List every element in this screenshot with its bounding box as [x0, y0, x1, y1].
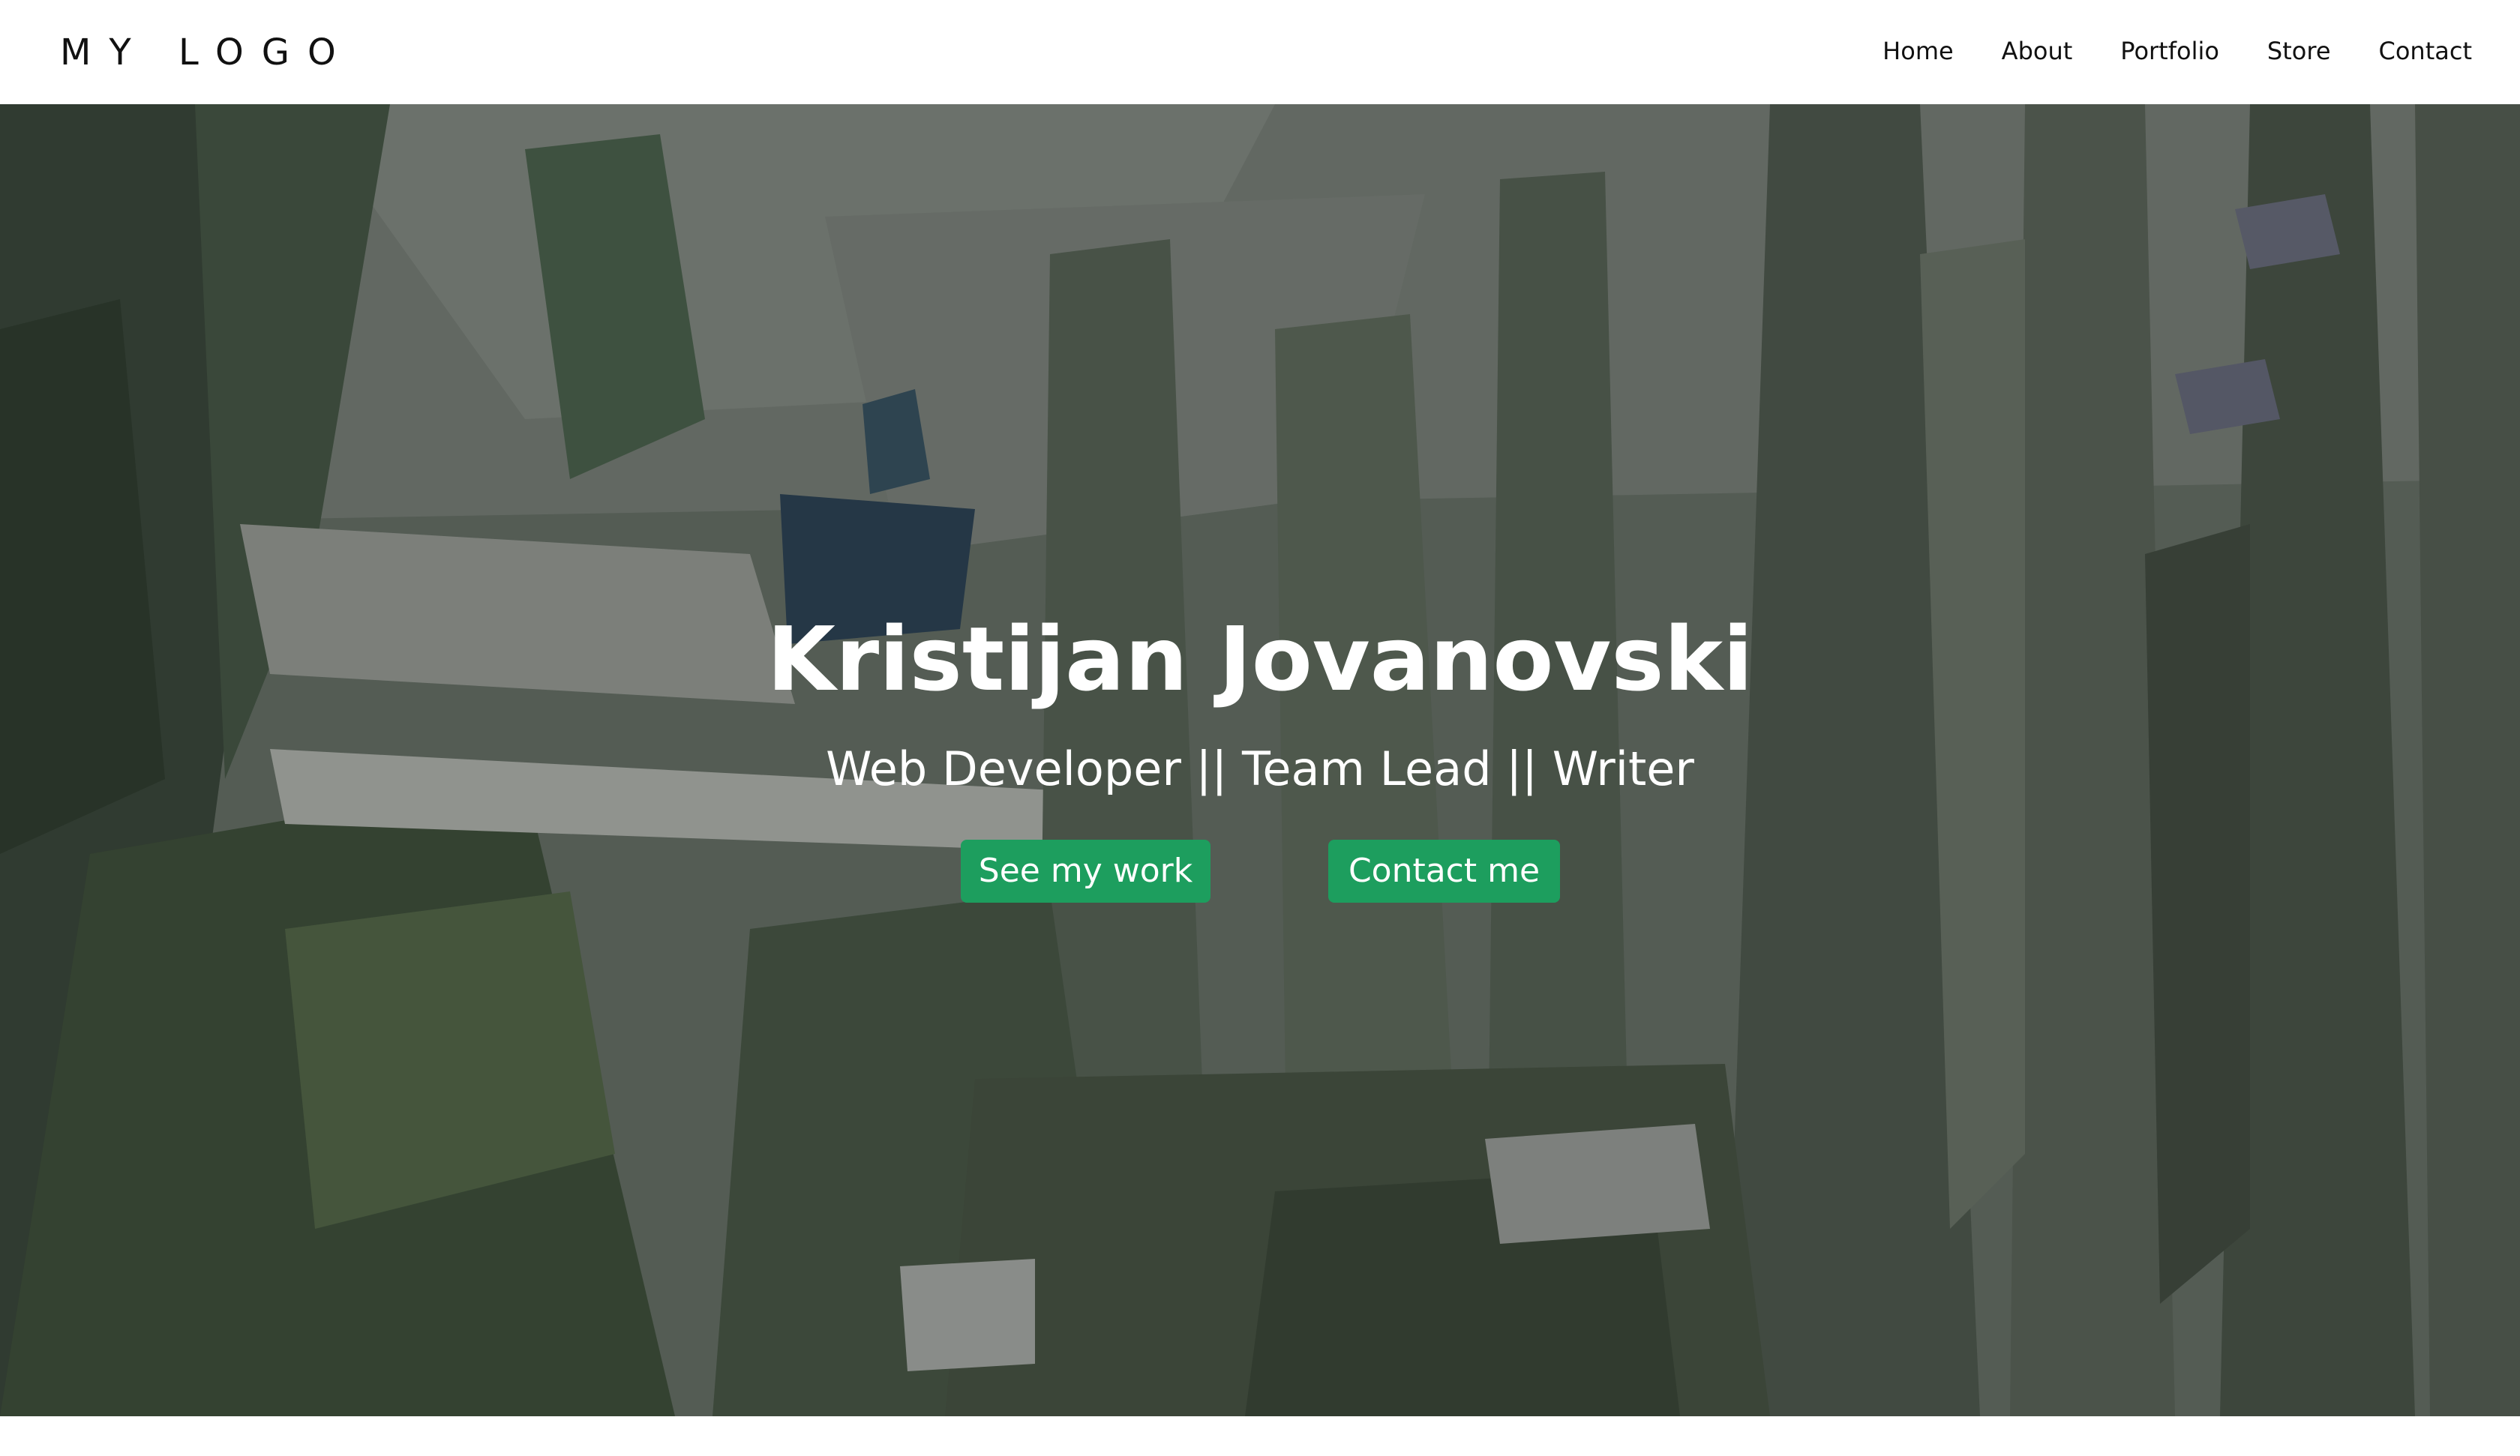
hero-content: Kristijan Jovanovski Web Developer || Te…	[0, 104, 2520, 1416]
main-nav: Home About Portfolio Store Contact	[1882, 31, 2472, 70]
see-my-work-button[interactable]: See my work	[961, 840, 1210, 903]
page-bottom-area	[0, 1416, 2520, 1456]
nav-link-portfolio[interactable]: Portfolio	[2120, 31, 2219, 70]
hero-section: Kristijan Jovanovski Web Developer || Te…	[0, 104, 2520, 1416]
nav-link-contact[interactable]: Contact	[2379, 31, 2473, 70]
nav-link-store[interactable]: Store	[2267, 31, 2331, 70]
site-logo[interactable]: MY LOGO	[60, 33, 354, 72]
contact-me-button[interactable]: Contact me	[1328, 840, 1560, 903]
navbar: MY LOGO Home About Portfolio Store Conta…	[0, 0, 2520, 104]
nav-link-about[interactable]: About	[2002, 31, 2073, 70]
hero-subtitle: Web Developer || Team Lead || Writer	[826, 741, 1694, 796]
nav-link-home[interactable]: Home	[1882, 31, 1954, 70]
hero-title: Kristijan Jovanovski	[766, 607, 1754, 711]
